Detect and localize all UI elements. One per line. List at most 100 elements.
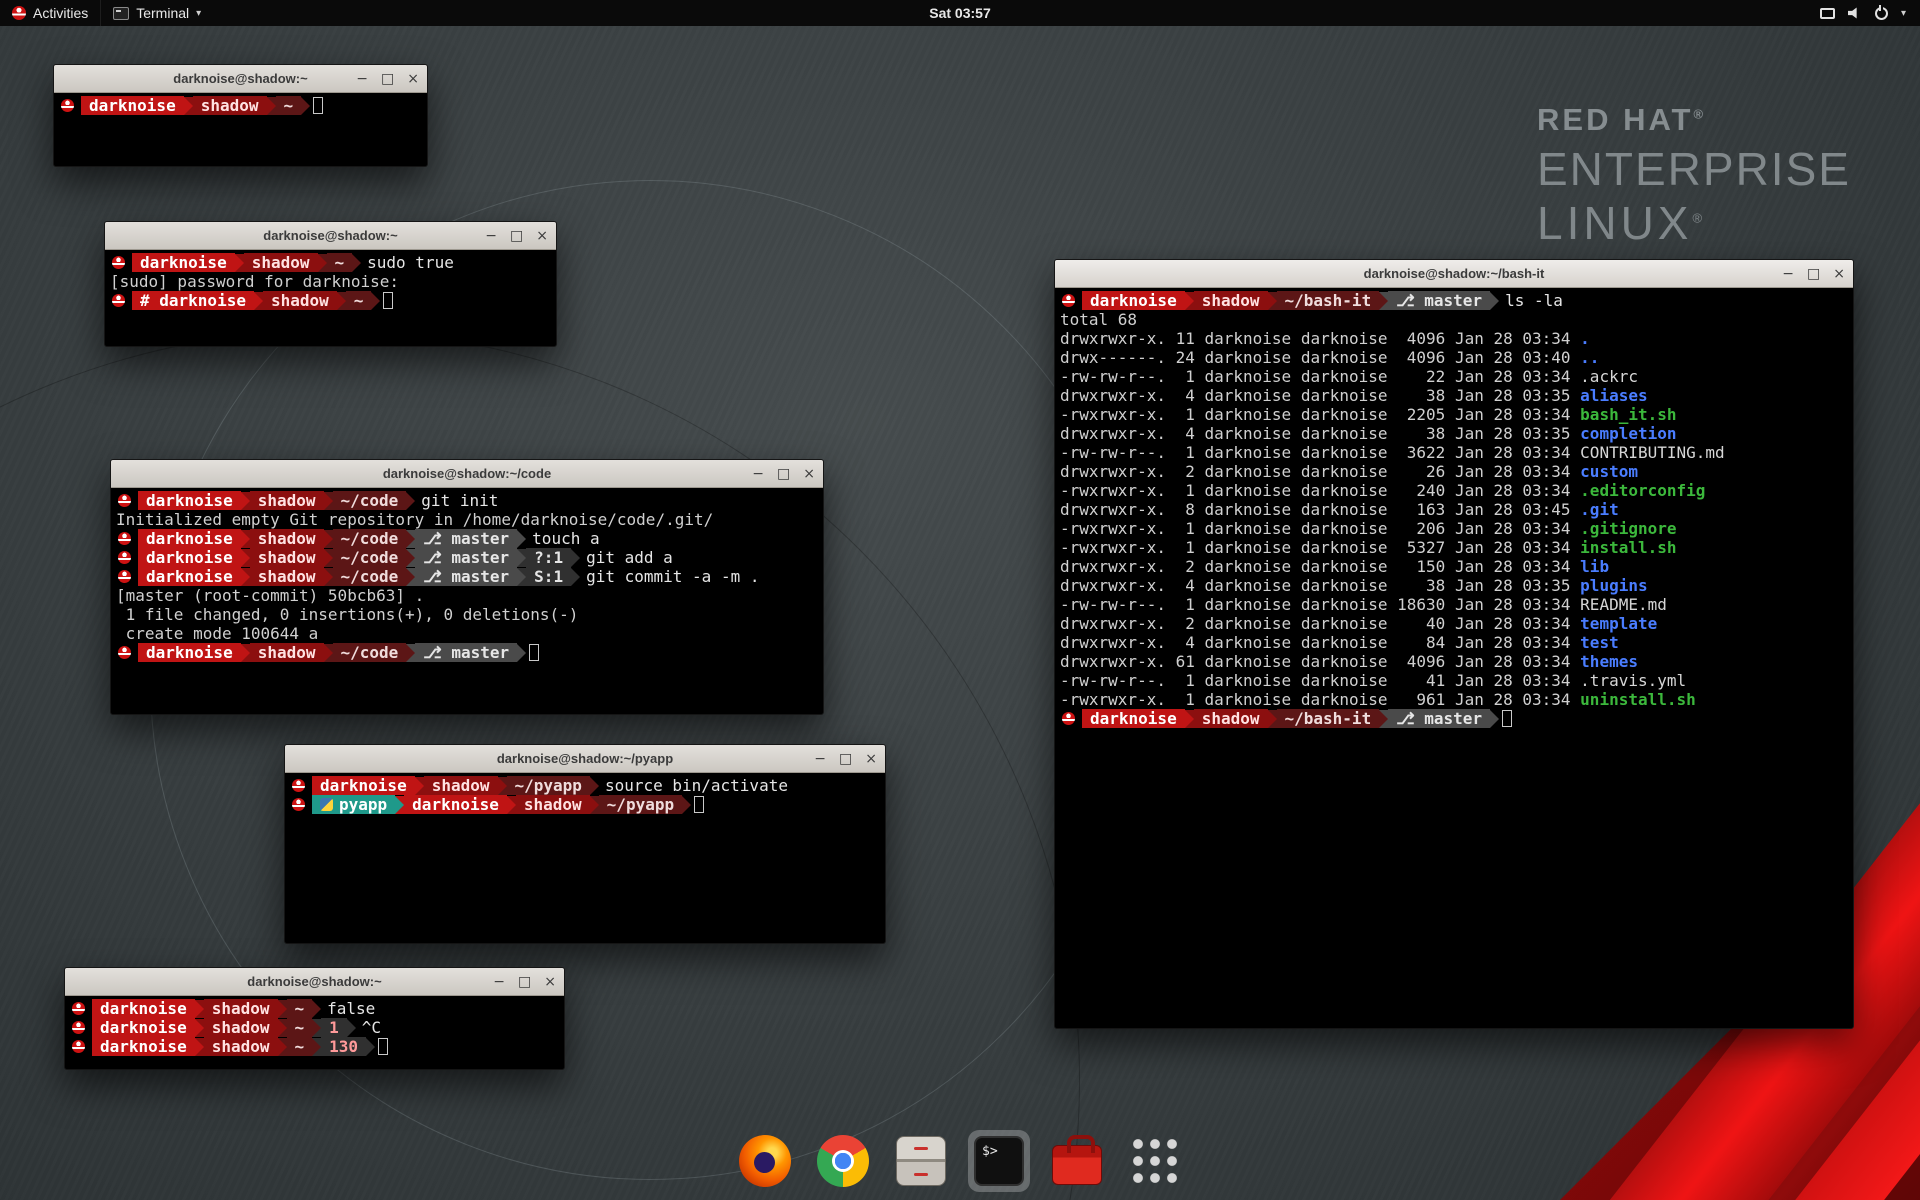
window-titlebar[interactable]: darknoise@shadow:~/code−□× (111, 460, 823, 488)
segment-separator-icon (278, 1019, 287, 1037)
window-title: darknoise@shadow:~/bash-it (1364, 266, 1545, 281)
minimize-button[interactable]: − (493, 975, 505, 989)
window-titlebar[interactable]: darknoise@shadow:~−□× (54, 65, 427, 93)
window-titlebar[interactable]: darknoise@shadow:~−□× (65, 968, 564, 996)
close-button[interactable]: × (1833, 267, 1845, 281)
window-titlebar[interactable]: darknoise@shadow:~/bash-it −□ × (1055, 260, 1853, 288)
file-name: .ackrc (1580, 367, 1638, 386)
window-titlebar[interactable]: darknoise@shadow:~/pyapp−□× (285, 745, 885, 773)
prompt-segment-status: ?:1 (526, 548, 571, 567)
system-status-area[interactable]: ▾ (1806, 0, 1920, 26)
prompt-line: darknoiseshadow~ (59, 96, 422, 115)
window-controls: −□ × (356, 65, 419, 92)
minimize-button[interactable]: − (1782, 267, 1794, 281)
file-name: bash_it.sh (1580, 405, 1676, 424)
terminal-window-code[interactable]: darknoise@shadow:~/code−□×darknoiseshado… (110, 459, 824, 715)
dock-app-grid-icon[interactable] (1124, 1130, 1186, 1192)
dock-chrome-icon[interactable] (812, 1130, 874, 1192)
terminal-window-home-1[interactable]: darknoise@shadow:~−□×darknoiseshadow~ (53, 64, 428, 167)
prompt-segment-path: ~/code (333, 567, 407, 586)
output-text: -rw-rw-r--. 1 darknoise darknoise 41 Jan… (1060, 671, 1580, 690)
segment-separator-icon (1490, 292, 1499, 310)
redhat-prompt-icon (118, 532, 131, 545)
redhat-prompt-icon (118, 570, 131, 583)
close-button[interactable]: × (803, 467, 815, 481)
maximize-button[interactable]: □ (777, 467, 790, 481)
minimize-button[interactable]: − (356, 72, 368, 86)
maximize-button[interactable]: □ (839, 752, 852, 766)
output-text: -rw-rw-r--. 1 darknoise darknoise 18630 … (1060, 595, 1580, 614)
output-text: drwxrwxr-x. 4 darknoise darknoise 38 Jan… (1060, 424, 1580, 443)
file-name: aliases (1580, 386, 1647, 405)
activities-button[interactable]: Activities (0, 0, 100, 26)
close-button[interactable]: × (536, 229, 548, 243)
minimize-button[interactable]: − (485, 229, 497, 243)
maximize-button[interactable]: □ (510, 229, 523, 243)
output-text: drwxrwxr-x. 2 darknoise darknoise 26 Jan… (1060, 462, 1580, 481)
terminal-content[interactable]: darknoiseshadow~ (54, 93, 427, 118)
prompt-segment-err: 1 (321, 1018, 347, 1037)
segment-separator-icon (406, 492, 415, 510)
terminal-window-sudo[interactable]: darknoise@shadow:~−□×darknoiseshadow~sud… (104, 221, 557, 347)
terminal-icon (113, 7, 129, 20)
output-text: drwxrwxr-x. 8 darknoise darknoise 163 Ja… (1060, 500, 1580, 519)
output-line: -rw-rw-r--. 1 darknoise darknoise 41 Jan… (1060, 671, 1848, 690)
maximize-button[interactable]: □ (1807, 267, 1820, 281)
segment-separator-icon (337, 292, 346, 310)
redhat-prompt-icon (112, 256, 125, 269)
prompt-segment-user: darknoise (1082, 291, 1185, 310)
output-text: drwxrwxr-x. 2 darknoise darknoise 40 Jan… (1060, 614, 1580, 633)
segment-separator-icon (312, 1019, 321, 1037)
prompt-segment-host: shadow (250, 567, 324, 586)
dock-firefox-icon[interactable] (734, 1130, 796, 1192)
terminal-content[interactable]: darknoiseshadow~falsedarknoiseshadow~1^C… (65, 996, 564, 1059)
terminal-content[interactable]: darknoiseshadow~sudo true[sudo] password… (105, 250, 556, 313)
redhat-prompt-icon (61, 99, 74, 112)
terminal-app-icon: $> (974, 1136, 1024, 1186)
prompt-segment-path: ~ (276, 96, 302, 115)
terminal-content[interactable]: darknoiseshadow~/codegit initInitialized… (111, 488, 823, 665)
display-icon (1820, 8, 1835, 19)
minimize-button[interactable]: − (752, 467, 764, 481)
prompt-segment-host: shadow (1194, 291, 1268, 310)
output-text: -rwxrwxr-x. 1 darknoise darknoise 240 Ja… (1060, 481, 1580, 500)
minimize-button[interactable]: − (814, 752, 826, 766)
window-controls: −□ × (485, 222, 548, 249)
dock-terminal-icon[interactable]: $> (968, 1130, 1030, 1192)
window-titlebar[interactable]: darknoise@shadow:~−□× (105, 222, 556, 250)
command-text: source bin/activate (605, 776, 788, 795)
terminal-content[interactable]: darknoiseshadow~/pyappsource bin/activat… (285, 773, 885, 817)
maximize-button[interactable]: □ (518, 975, 531, 989)
close-button[interactable]: × (865, 752, 877, 766)
segment-separator-icon (395, 796, 404, 814)
prompt-segment-host: shadow (1194, 709, 1268, 728)
prompt-segment-user: darknoise (92, 1037, 195, 1056)
prompt-segment-path: ~/code (333, 548, 407, 567)
prompt-segment-venv: pyapp (312, 795, 395, 814)
prompt-segment-host: shadow (204, 999, 278, 1018)
prompt-segment-path: ~/code (333, 643, 407, 662)
terminal-window-exitcodes[interactable]: darknoise@shadow:~−□×darknoiseshadow~fal… (64, 967, 565, 1070)
app-menu-terminal[interactable]: Terminal ▾ (100, 0, 213, 26)
file-name: README.md (1580, 595, 1667, 614)
chevron-down-icon: ▾ (1901, 8, 1906, 19)
segment-separator-icon (498, 777, 507, 795)
maximize-button[interactable]: □ (381, 72, 394, 86)
output-text: 1 file changed, 0 insertions(+), 0 delet… (116, 605, 578, 624)
terminal-window-bash-it[interactable]: darknoise@shadow:~/bash-it −□ × darknoise sh… (1054, 259, 1854, 1029)
output-text: drwxrwxr-x. 11 darknoise darknoise 4096 … (1060, 329, 1580, 348)
dock-files-icon[interactable] (890, 1130, 952, 1192)
close-button[interactable]: × (544, 975, 556, 989)
terminal-content[interactable]: darknoiseshadow~/bash-it⎇ masterls -lato… (1055, 288, 1853, 731)
output-text: drwxrwxr-x. 4 darknoise darknoise 38 Jan… (1060, 576, 1580, 595)
output-line: [sudo] password for darknoise: (110, 272, 551, 291)
close-button[interactable]: × (407, 72, 419, 86)
segment-separator-icon (195, 1000, 204, 1018)
volume-icon (1848, 7, 1862, 20)
clock[interactable]: Sat 03:57 (929, 5, 990, 21)
prompt-segment-status: S:1 (526, 567, 571, 586)
terminal-cursor (378, 1038, 388, 1055)
dock-toolbox-icon[interactable] (1046, 1130, 1108, 1192)
file-name: test (1580, 633, 1619, 652)
terminal-window-pyapp[interactable]: darknoise@shadow:~/pyapp−□×darknoiseshad… (284, 744, 886, 944)
